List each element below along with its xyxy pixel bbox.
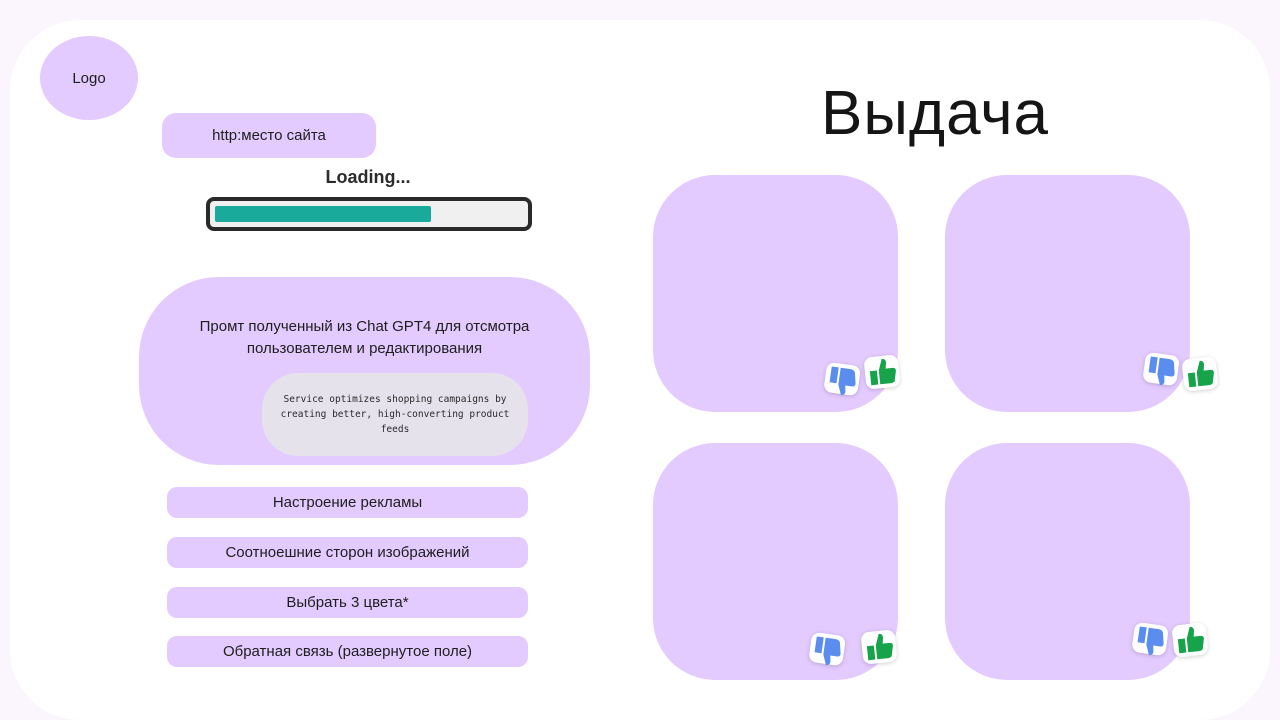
choose-colors-button[interactable]: Выбрать 3 цвета* <box>167 587 528 618</box>
option-label: Соотноешние сторон изображений <box>225 544 470 561</box>
option-label: Выбрать 3 цвета* <box>286 594 409 611</box>
prompt-text: Service optimizes shopping campaigns by … <box>280 394 510 435</box>
loading-label: Loading... <box>325 167 411 187</box>
logo: Logo <box>40 36 138 120</box>
thumbs-down-icon[interactable] <box>1128 618 1172 662</box>
aspect-ratio-button[interactable]: Соотноешние сторон изображений <box>167 537 528 568</box>
url-input-value: http:место сайта <box>212 127 326 144</box>
thumbs-up-icon[interactable] <box>1178 352 1222 396</box>
thumbs-up-icon[interactable] <box>860 350 904 394</box>
url-input[interactable]: http:место сайта <box>162 113 376 158</box>
prompt-card: Промт полученный из Chat GPT4 для отсмот… <box>139 277 590 465</box>
option-label: Обратная связь (развернутое поле) <box>222 643 473 660</box>
logo-label: Logo <box>72 69 106 87</box>
progress-bar-fill <box>215 206 431 222</box>
thumbs-down-icon[interactable] <box>805 628 849 672</box>
thumbs-down-icon[interactable] <box>1139 348 1183 392</box>
feedback-field[interactable]: Обратная связь (развернутое поле) <box>167 636 528 667</box>
thumbs-up-icon[interactable] <box>1168 618 1212 662</box>
option-label: Настроение рекламы <box>272 494 423 511</box>
thumbs-up-icon[interactable] <box>857 625 901 669</box>
ad-mood-button[interactable]: Настроение рекламы <box>167 487 528 518</box>
results-title: Выдача <box>821 79 1049 148</box>
thumbs-down-icon[interactable] <box>820 358 864 402</box>
prompt-title: Промт полученный из Chat GPT4 для отсмот… <box>199 318 530 357</box>
loading-progress-bar <box>206 197 532 231</box>
prompt-text-editor[interactable]: Service optimizes shopping campaigns by … <box>262 373 528 456</box>
